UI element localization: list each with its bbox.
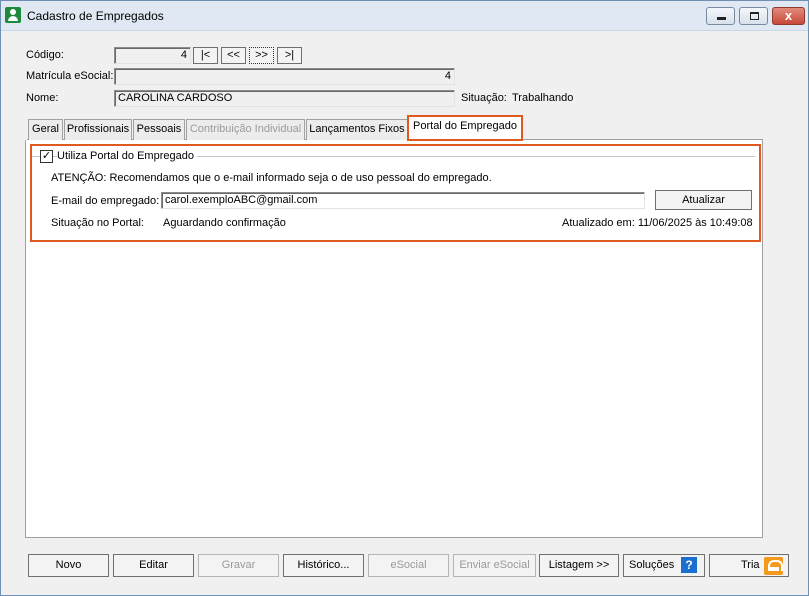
historico-button[interactable]: Histórico... [283,554,364,577]
codigo-label: Código: [26,49,64,61]
listagem-button[interactable]: Listagem >> [539,554,619,577]
portal-status-label: Situação no Portal: [51,217,144,229]
email-field[interactable]: carol.exemploABC@gmail.com [161,192,645,209]
next-record-button[interactable]: >> [249,47,274,64]
tab-geral[interactable]: Geral [28,119,63,140]
codigo-field[interactable]: 4 [114,47,191,64]
window-title: Cadastro de Empregados [27,9,164,23]
close-icon: x [784,8,793,23]
solucoes-label: Soluções [629,559,675,571]
employee-app-icon [5,7,21,23]
help-icon: ? [681,557,697,573]
maximize-button[interactable] [739,7,768,25]
tab-contribuicao-individual[interactable]: Contribuição Individual [186,119,305,140]
email-label: E-mail do empregado: [51,195,160,207]
situacao-value: Trabalhando [512,92,574,104]
situacao-label: Situação: [461,92,507,104]
gravar-button[interactable]: Gravar [198,554,279,577]
matricula-label: Matrícula eSocial: [26,70,114,82]
utiliza-portal-label[interactable]: Utiliza Portal do Empregado [57,150,197,162]
last-record-button[interactable]: >| [277,47,302,64]
close-button[interactable]: x [772,7,805,25]
headset-icon [764,557,783,575]
matricula-esocial-field[interactable]: 4 [114,68,455,85]
nome-label: Nome: [26,92,59,104]
tab-pessoais[interactable]: Pessoais [133,119,185,140]
previous-record-button[interactable]: << [221,47,246,64]
tab-lancamentos-fixos[interactable]: Lançamentos Fixos [306,119,408,140]
utiliza-portal-checkbox[interactable]: ✓ [40,150,53,163]
minimize-icon [717,17,726,20]
atualizar-button[interactable]: Atualizar [655,190,752,210]
main-window: Cadastro de Empregados x Código: 4 |< <<… [0,0,809,596]
portal-status-value: Aguardando confirmação [163,217,286,229]
enviar-esocial-button[interactable]: Enviar eSocial [453,554,536,577]
maximize-icon [750,12,759,20]
warning-text: ATENÇÃO: Recomendamos que o e-mail infor… [51,172,492,184]
tria-label: Tria [741,559,760,571]
updated-at-text: Atualizado em: 11/06/2025 às 10:49:08 [562,217,753,229]
nome-field[interactable]: CAROLINA CARDOSO [114,90,455,107]
tab-portal-do-empregado[interactable]: Portal do Empregado [407,115,523,141]
novo-button[interactable]: Novo [28,554,109,577]
first-record-button[interactable]: |< [193,47,218,64]
tab-profissionais[interactable]: Profissionais [64,119,132,140]
editar-button[interactable]: Editar [113,554,194,577]
esocial-button[interactable]: eSocial [368,554,449,577]
title-bar[interactable]: Cadastro de Empregados x [1,1,808,31]
minimize-button[interactable] [706,7,735,25]
